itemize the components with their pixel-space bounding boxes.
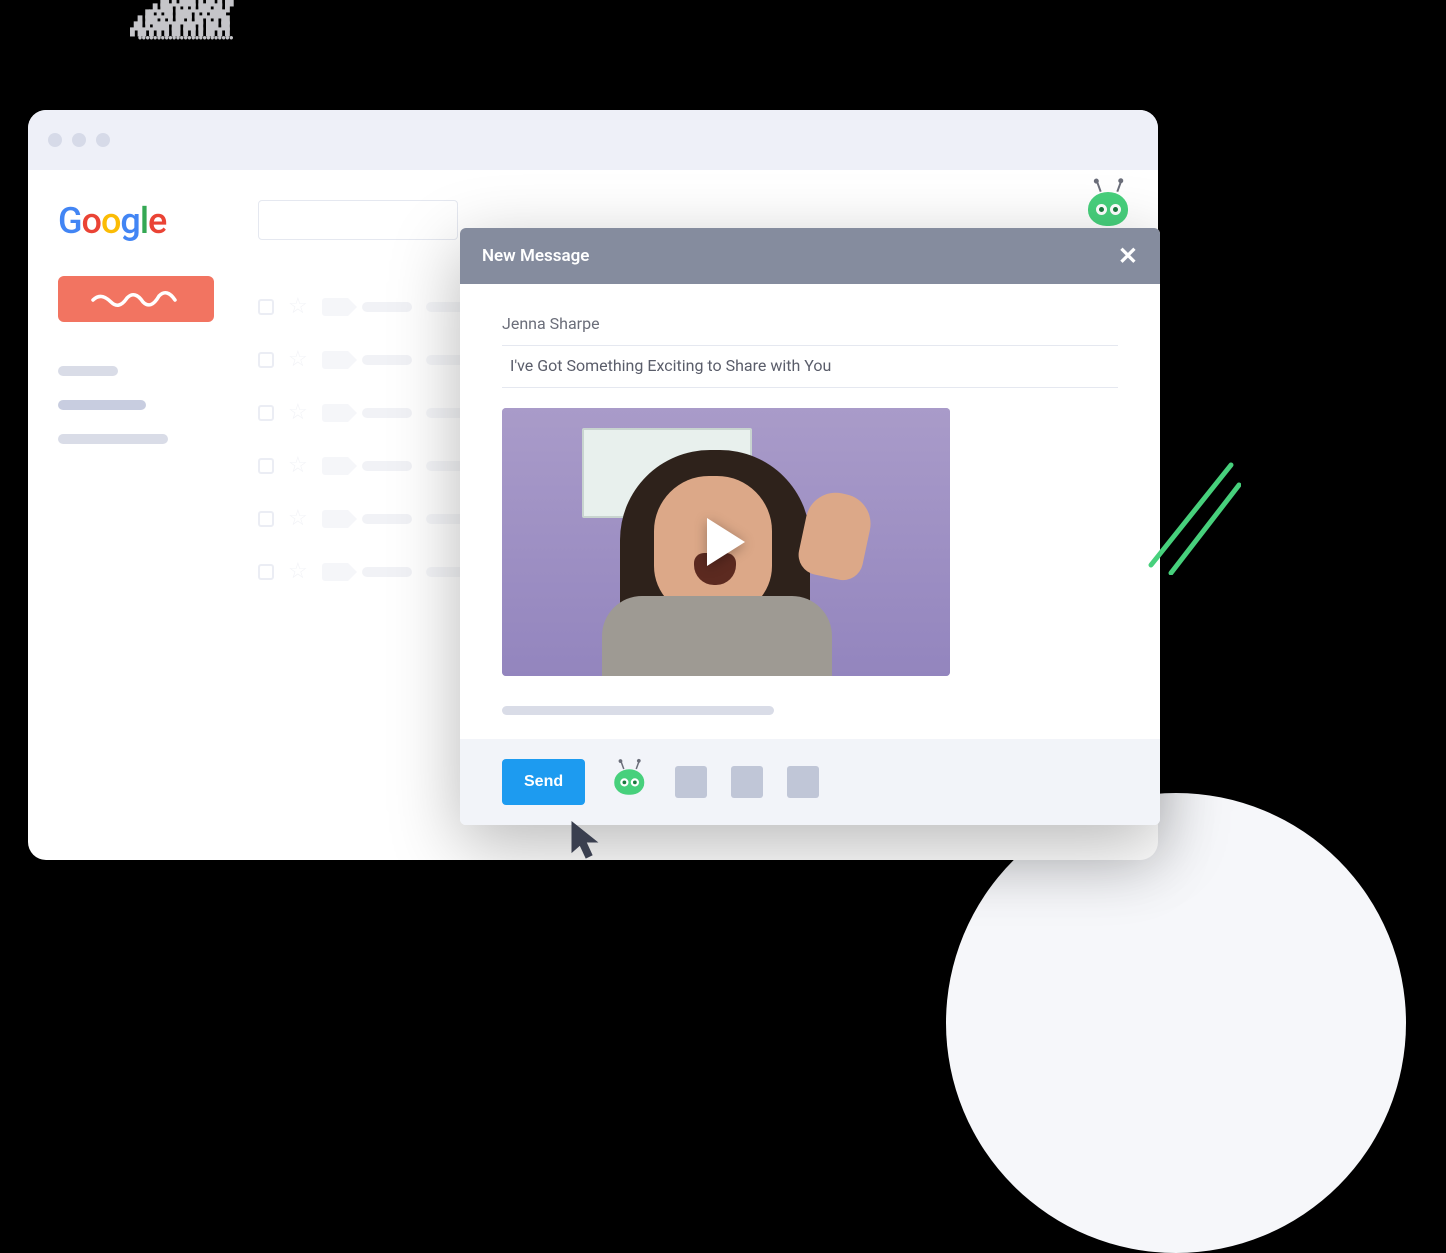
body-text-placeholder[interactable] <box>502 706 774 715</box>
compose-title: New Message <box>482 246 589 266</box>
close-icon[interactable]: ✕ <box>1118 244 1138 268</box>
google-logo: Google <box>58 200 234 242</box>
star-icon[interactable]: ☆ <box>288 559 308 584</box>
gmail-sidebar: Google <box>28 200 258 860</box>
browser-titlebar <box>28 110 1158 170</box>
label-icon <box>322 351 348 369</box>
sidebar-item[interactable] <box>58 366 118 376</box>
decorative-circle <box>946 793 1406 1253</box>
traffic-light-maximize[interactable] <box>96 133 110 147</box>
decorative-green-lines <box>1141 455 1241 575</box>
mail-checkbox[interactable] <box>258 405 274 421</box>
star-icon[interactable]: ☆ <box>288 294 308 319</box>
traffic-light-close[interactable] <box>48 133 62 147</box>
star-icon[interactable]: ☆ <box>288 400 308 425</box>
star-icon[interactable]: ☆ <box>288 347 308 372</box>
label-icon <box>322 510 348 528</box>
search-input[interactable] <box>258 200 458 240</box>
toolbar-option[interactable] <box>787 766 819 798</box>
star-icon[interactable]: ☆ <box>288 453 308 478</box>
send-button[interactable]: Send <box>502 759 585 805</box>
mail-checkbox[interactable] <box>258 564 274 580</box>
traffic-light-minimize[interactable] <box>72 133 86 147</box>
decorative-pixel-art: ██ █ ████ █ ██ █ ██ █ ███ █ █ █ ███ ██ █… <box>130 0 470 115</box>
recipient-field[interactable]: Jenna Sharpe <box>502 304 1118 346</box>
compose-modal: New Message ✕ Jenna Sharpe I've Got Some… <box>460 228 1160 825</box>
label-icon <box>322 298 348 316</box>
sidebar-item[interactable] <box>58 434 168 444</box>
sidebar-item[interactable] <box>58 400 146 410</box>
play-icon[interactable] <box>707 518 745 566</box>
cursor-icon <box>570 820 604 866</box>
star-icon[interactable]: ☆ <box>288 506 308 531</box>
compose-button[interactable] <box>58 276 214 322</box>
vidyard-extension-icon[interactable] <box>1088 188 1130 230</box>
label-icon <box>322 563 348 581</box>
vidyard-icon[interactable] <box>614 766 646 798</box>
toolbar-option[interactable] <box>675 766 707 798</box>
mail-sender <box>362 461 412 471</box>
mail-sender <box>362 355 412 365</box>
label-icon <box>322 457 348 475</box>
mail-checkbox[interactable] <box>258 458 274 474</box>
subject-field[interactable]: I've Got Something Exciting to Share wit… <box>502 346 1118 388</box>
mail-sender <box>362 514 412 524</box>
mail-sender <box>362 408 412 418</box>
video-thumbnail[interactable] <box>502 408 950 676</box>
mail-sender <box>362 302 412 312</box>
compose-footer: Send <box>460 739 1160 825</box>
label-icon <box>322 404 348 422</box>
toolbar-option[interactable] <box>731 766 763 798</box>
mail-checkbox[interactable] <box>258 511 274 527</box>
mail-sender <box>362 567 412 577</box>
mail-checkbox[interactable] <box>258 352 274 368</box>
mail-checkbox[interactable] <box>258 299 274 315</box>
compose-header: New Message ✕ <box>460 228 1160 284</box>
